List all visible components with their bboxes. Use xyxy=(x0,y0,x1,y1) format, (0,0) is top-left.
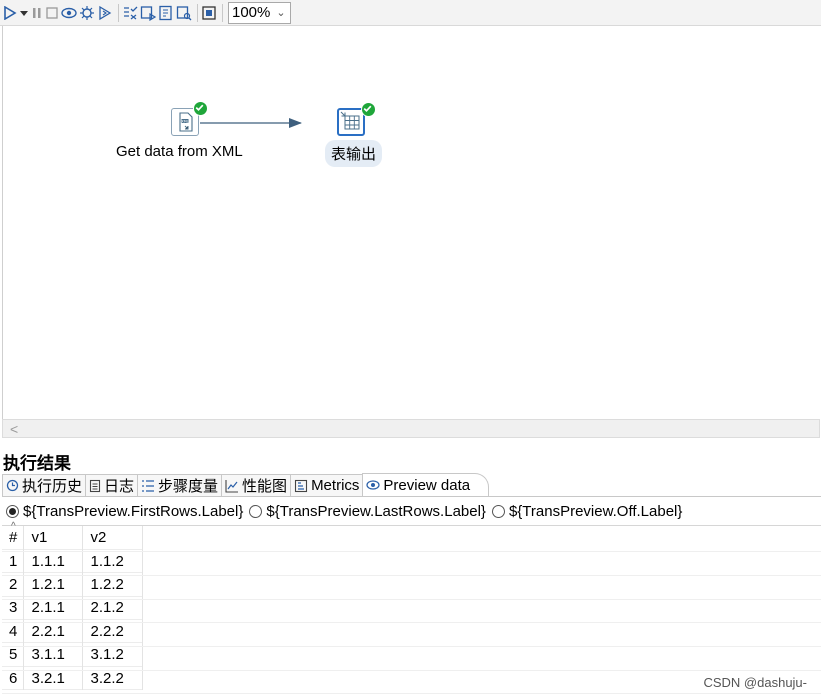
results-panel-title: 执行结果 xyxy=(3,454,71,473)
debug-icon[interactable] xyxy=(79,3,95,23)
cell-v2[interactable]: 1.2.2 xyxy=(81,572,143,597)
column-header-v1[interactable]: v1 xyxy=(22,526,82,550)
table-row[interactable]: 4 2.2.1 2.2.2 xyxy=(2,619,143,643)
layout-icon[interactable] xyxy=(201,3,217,23)
radio-first-rows[interactable]: ${TransPreview.FirstRows.Label} xyxy=(6,503,243,520)
toolbar-separator xyxy=(197,3,198,22)
transformation-canvas[interactable]: XML Get data from XML 表输出 xyxy=(2,26,821,420)
tab-preview-data[interactable]: Preview data xyxy=(362,473,490,496)
radio-label: ${TransPreview.FirstRows.Label} xyxy=(23,502,244,520)
run-options-icon[interactable] xyxy=(19,3,29,23)
row-index: 2 xyxy=(9,575,18,593)
column-header-index[interactable]: ^ # xyxy=(2,521,23,549)
tab-performance-chart[interactable]: 性能图 xyxy=(221,474,292,496)
radio-button[interactable] xyxy=(249,504,263,518)
column-header-v2[interactable]: v2 xyxy=(81,526,143,550)
cell-v1[interactable]: 1.1.1 xyxy=(22,549,82,573)
radio-last-rows[interactable]: ${TransPreview.LastRows.Label} xyxy=(249,503,486,520)
step-label: 表输出 xyxy=(325,140,383,167)
svg-text:XML: XML xyxy=(181,119,188,123)
replay-icon[interactable] xyxy=(97,3,113,23)
stop-icon[interactable] xyxy=(45,3,59,23)
tab-label: 执行历史 xyxy=(22,478,83,495)
preview-icon[interactable] xyxy=(61,3,77,23)
step-get-data-from-xml[interactable]: XML xyxy=(171,101,208,138)
horizontal-scrollbar[interactable]: < xyxy=(2,419,820,438)
watermark: CSDN @dashuju- xyxy=(703,675,807,690)
radio-label: ${TransPreview.Off.Label} xyxy=(508,502,683,520)
radio-button[interactable] xyxy=(6,504,19,518)
results-tabs: 执行历史 日志 步骤度量 性能图 Metrics Preview data xyxy=(2,473,821,497)
radio-off[interactable]: ${TransPreview.Off.Label} xyxy=(491,502,683,520)
preview-mode-radios: ${TransPreview.FirstRows.Label} ${TransP… xyxy=(6,500,688,522)
zoom-select[interactable]: 100% ⌄ xyxy=(228,1,291,24)
radio-button[interactable] xyxy=(491,504,505,518)
radio-label: ${TransPreview.LastRows.Label} xyxy=(266,502,486,520)
metrics-icon xyxy=(294,479,308,493)
eye-icon xyxy=(366,479,381,491)
step-label: Get data from XML xyxy=(116,143,243,160)
step-ok-check-icon xyxy=(361,102,376,117)
zoom-value: 100% xyxy=(232,4,271,21)
scroll-left-arrow[interactable]: < xyxy=(10,421,18,437)
row-index: 4 xyxy=(9,622,18,640)
tab-label: 性能图 xyxy=(242,478,288,495)
explore-db-icon[interactable] xyxy=(176,3,192,23)
performance-chart-icon xyxy=(225,479,239,493)
cell-v1[interactable]: 1.2.1 xyxy=(22,572,82,597)
impact-icon[interactable] xyxy=(140,3,156,23)
step-table-output[interactable] xyxy=(337,102,376,140)
run-icon[interactable] xyxy=(3,3,17,23)
table-header-row: ^ # v1 v2 xyxy=(2,521,143,550)
history-icon xyxy=(6,479,19,492)
cell-v1[interactable]: 2.2.1 xyxy=(22,619,82,643)
toolbar-separator xyxy=(222,3,223,22)
cell-v2[interactable]: 2.2.2 xyxy=(81,619,143,643)
pause-icon[interactable] xyxy=(31,3,43,23)
step-metrics-icon xyxy=(141,479,155,493)
tab-step-metrics[interactable]: 步骤度量 xyxy=(137,474,223,496)
log-icon xyxy=(89,479,101,493)
verify-icon[interactable] xyxy=(122,3,138,23)
tab-label: 步骤度量 xyxy=(158,478,219,495)
sort-caret-icon: ^ xyxy=(11,521,16,532)
toolbar-separator xyxy=(118,3,119,22)
cell-v2[interactable]: 1.1.2 xyxy=(81,549,143,573)
tab-label: Preview data xyxy=(383,476,471,494)
table-row[interactable]: 1 1.1.1 1.1.2 xyxy=(2,549,143,573)
tab-label: Metrics xyxy=(311,477,360,494)
tab-label: 日志 xyxy=(104,478,135,495)
tab-metrics[interactable]: Metrics xyxy=(290,474,364,496)
hop-connector[interactable] xyxy=(3,26,821,420)
tab-log[interactable]: 日志 xyxy=(85,474,139,496)
preview-data-table: ^ # v1 v2 1 1.1.1 1.1.2 2 1.2.1 1.2.2 3 2… xyxy=(2,521,821,700)
tab-history[interactable]: 执行历史 xyxy=(2,474,87,496)
toolbar: 100% ⌄ xyxy=(0,0,821,26)
chevron-down-icon: ⌄ xyxy=(276,7,286,19)
sql-icon[interactable] xyxy=(158,3,174,23)
row-index: 1 xyxy=(9,552,18,570)
step-ok-check-icon xyxy=(193,101,208,116)
table-row[interactable]: 2 1.2.1 1.2.2 xyxy=(2,572,143,597)
